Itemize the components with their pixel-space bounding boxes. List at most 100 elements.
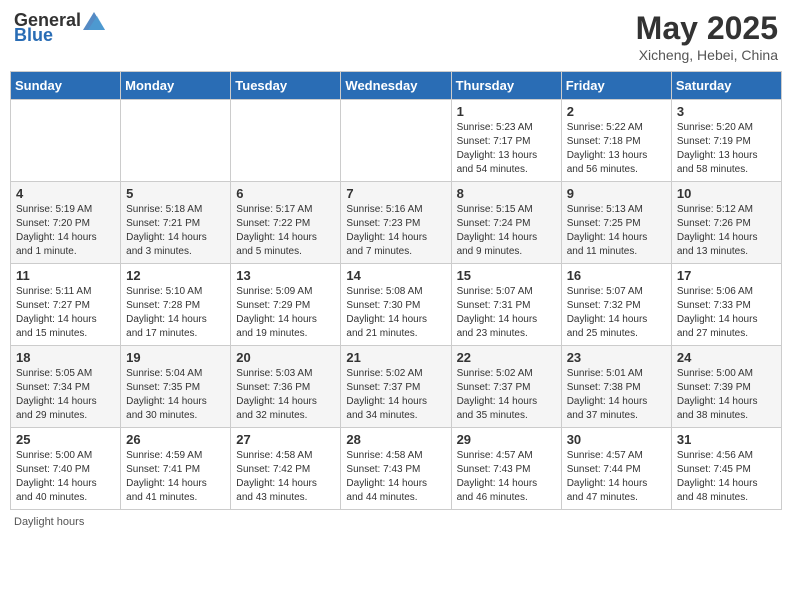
day-number: 27 (236, 432, 335, 447)
day-info: Sunrise: 5:16 AM Sunset: 7:23 PM Dayligh… (346, 203, 445, 259)
calendar-cell (11, 100, 121, 182)
day-info: Sunrise: 5:06 AM Sunset: 7:33 PM Dayligh… (677, 285, 776, 341)
day-number: 24 (677, 350, 776, 365)
calendar-cell: 26Sunrise: 4:59 AM Sunset: 7:41 PM Dayli… (121, 428, 231, 510)
day-info: Sunrise: 5:09 AM Sunset: 7:29 PM Dayligh… (236, 285, 335, 341)
day-number: 25 (16, 432, 115, 447)
calendar-week-row: 4 Sunrise: 5:19 AM Sunset: 7:20 PM Daylig… (11, 182, 782, 264)
footer-note: Daylight hours (10, 516, 782, 528)
day-number: 2 (567, 104, 666, 119)
day-info: Sunrise: 5:02 AM Sunset: 7:37 PM Dayligh… (457, 367, 556, 423)
day-number: 23 (567, 350, 666, 365)
calendar-day-header: Thursday (451, 72, 561, 100)
calendar-day-header: Sunday (11, 72, 121, 100)
calendar-cell: 15Sunrise: 5:07 AM Sunset: 7:31 PM Dayli… (451, 264, 561, 346)
calendar-cell: 6 Sunrise: 5:17 AM Sunset: 7:22 PM Daylig… (231, 182, 341, 264)
day-info: Sunrise: 5:04 AM Sunset: 7:35 PM Dayligh… (126, 367, 225, 423)
calendar-cell: 16Sunrise: 5:07 AM Sunset: 7:32 PM Dayli… (561, 264, 671, 346)
day-number: 11 (16, 268, 115, 283)
day-number: 10 (677, 186, 776, 201)
day-number: 29 (457, 432, 556, 447)
calendar-cell: 19Sunrise: 5:04 AM Sunset: 7:35 PM Dayli… (121, 346, 231, 428)
day-info: Sunrise: 5:10 AM Sunset: 7:28 PM Dayligh… (126, 285, 225, 341)
calendar-cell: 24 Sunrise: 5:00 AM Sunset: 7:39 PM Dayli… (671, 346, 781, 428)
calendar-cell: 29 Sunrise: 4:57 AM Sunset: 7:43 PM Dayli… (451, 428, 561, 510)
day-info: Sunrise: 5:18 AM Sunset: 7:21 PM Dayligh… (126, 203, 225, 259)
logo-blue-text: Blue (14, 25, 53, 46)
calendar-cell (231, 100, 341, 182)
calendar-header-row: SundayMondayTuesdayWednesdayThursdayFrid… (11, 72, 782, 100)
day-number: 14 (346, 268, 445, 283)
day-info: Sunrise: 5:12 AM Sunset: 7:26 PM Dayligh… (677, 203, 776, 259)
day-number: 17 (677, 268, 776, 283)
day-number: 30 (567, 432, 666, 447)
day-number: 8 (457, 186, 556, 201)
subtitle: Xicheng, Hebei, China (636, 47, 778, 63)
day-number: 4 (16, 186, 115, 201)
day-number: 13 (236, 268, 335, 283)
calendar-week-row: 11 Sunrise: 5:11 AM Sunset: 7:27 PM Dayli… (11, 264, 782, 346)
calendar-day-header: Saturday (671, 72, 781, 100)
calendar-cell: 1 Sunrise: 5:23 AM Sunset: 7:17 PM Daylig… (451, 100, 561, 182)
calendar-cell: 27Sunrise: 4:58 AM Sunset: 7:42 PM Dayli… (231, 428, 341, 510)
calendar-day-header: Friday (561, 72, 671, 100)
calendar-cell: 28Sunrise: 4:58 AM Sunset: 7:43 PM Dayli… (341, 428, 451, 510)
day-info: Sunrise: 4:58 AM Sunset: 7:43 PM Dayligh… (346, 449, 445, 505)
calendar-cell: 23 Sunrise: 5:01 AM Sunset: 7:38 PM Dayli… (561, 346, 671, 428)
day-info: Sunrise: 5:15 AM Sunset: 7:24 PM Dayligh… (457, 203, 556, 259)
header: General Blue May 2025 Xicheng, Hebei, Ch… (10, 10, 782, 63)
calendar-week-row: 18 Sunrise: 5:05 AM Sunset: 7:34 PM Dayli… (11, 346, 782, 428)
title-block: May 2025 Xicheng, Hebei, China (636, 10, 778, 63)
calendar-cell: 9 Sunrise: 5:13 AM Sunset: 7:25 PM Daylig… (561, 182, 671, 264)
calendar-cell: 13 Sunrise: 5:09 AM Sunset: 7:29 PM Dayli… (231, 264, 341, 346)
day-number: 18 (16, 350, 115, 365)
day-info: Sunrise: 5:11 AM Sunset: 7:27 PM Dayligh… (16, 285, 115, 341)
day-number: 9 (567, 186, 666, 201)
calendar-day-header: Wednesday (341, 72, 451, 100)
calendar-cell: 22Sunrise: 5:02 AM Sunset: 7:37 PM Dayli… (451, 346, 561, 428)
calendar-cell: 20 Sunrise: 5:03 AM Sunset: 7:36 PM Dayli… (231, 346, 341, 428)
calendar-cell: 3Sunrise: 5:20 AM Sunset: 7:19 PM Daylig… (671, 100, 781, 182)
calendar-cell (121, 100, 231, 182)
day-info: Sunrise: 4:57 AM Sunset: 7:44 PM Dayligh… (567, 449, 666, 505)
calendar-day-header: Tuesday (231, 72, 341, 100)
day-info: Sunrise: 5:23 AM Sunset: 7:17 PM Dayligh… (457, 121, 556, 177)
day-number: 6 (236, 186, 335, 201)
day-info: Sunrise: 5:08 AM Sunset: 7:30 PM Dayligh… (346, 285, 445, 341)
day-number: 12 (126, 268, 225, 283)
day-info: Sunrise: 5:03 AM Sunset: 7:36 PM Dayligh… (236, 367, 335, 423)
day-info: Sunrise: 4:57 AM Sunset: 7:43 PM Dayligh… (457, 449, 556, 505)
day-info: Sunrise: 5:00 AM Sunset: 7:40 PM Dayligh… (16, 449, 115, 505)
day-info: Sunrise: 5:05 AM Sunset: 7:34 PM Dayligh… (16, 367, 115, 423)
calendar-cell: 7 Sunrise: 5:16 AM Sunset: 7:23 PM Daylig… (341, 182, 451, 264)
calendar-day-header: Monday (121, 72, 231, 100)
day-number: 3 (677, 104, 776, 119)
calendar-cell: 17 Sunrise: 5:06 AM Sunset: 7:33 PM Dayli… (671, 264, 781, 346)
day-number: 20 (236, 350, 335, 365)
day-info: Sunrise: 5:17 AM Sunset: 7:22 PM Dayligh… (236, 203, 335, 259)
calendar-cell: 31Sunrise: 4:56 AM Sunset: 7:45 PM Dayli… (671, 428, 781, 510)
calendar-cell: 18 Sunrise: 5:05 AM Sunset: 7:34 PM Dayli… (11, 346, 121, 428)
day-info: Sunrise: 5:07 AM Sunset: 7:32 PM Dayligh… (567, 285, 666, 341)
day-info: Sunrise: 5:01 AM Sunset: 7:38 PM Dayligh… (567, 367, 666, 423)
logo-icon (83, 12, 105, 30)
calendar-cell: 12 Sunrise: 5:10 AM Sunset: 7:28 PM Dayli… (121, 264, 231, 346)
calendar-cell: 4 Sunrise: 5:19 AM Sunset: 7:20 PM Daylig… (11, 182, 121, 264)
day-info: Sunrise: 5:02 AM Sunset: 7:37 PM Dayligh… (346, 367, 445, 423)
calendar-cell: 21Sunrise: 5:02 AM Sunset: 7:37 PM Dayli… (341, 346, 451, 428)
day-info: Sunrise: 5:13 AM Sunset: 7:25 PM Dayligh… (567, 203, 666, 259)
calendar-cell: 30 Sunrise: 4:57 AM Sunset: 7:44 PM Dayli… (561, 428, 671, 510)
day-info: Sunrise: 4:59 AM Sunset: 7:41 PM Dayligh… (126, 449, 225, 505)
day-number: 7 (346, 186, 445, 201)
day-number: 31 (677, 432, 776, 447)
calendar-cell: 10 Sunrise: 5:12 AM Sunset: 7:26 PM Dayli… (671, 182, 781, 264)
day-number: 5 (126, 186, 225, 201)
day-number: 15 (457, 268, 556, 283)
calendar-cell: 25 Sunrise: 5:00 AM Sunset: 7:40 PM Dayli… (11, 428, 121, 510)
calendar: SundayMondayTuesdayWednesdayThursdayFrid… (10, 71, 782, 510)
calendar-week-row: 25 Sunrise: 5:00 AM Sunset: 7:40 PM Dayli… (11, 428, 782, 510)
day-number: 1 (457, 104, 556, 119)
day-info: Sunrise: 5:22 AM Sunset: 7:18 PM Dayligh… (567, 121, 666, 177)
day-info: Sunrise: 5:19 AM Sunset: 7:20 PM Dayligh… (16, 203, 115, 259)
day-info: Sunrise: 5:00 AM Sunset: 7:39 PM Dayligh… (677, 367, 776, 423)
